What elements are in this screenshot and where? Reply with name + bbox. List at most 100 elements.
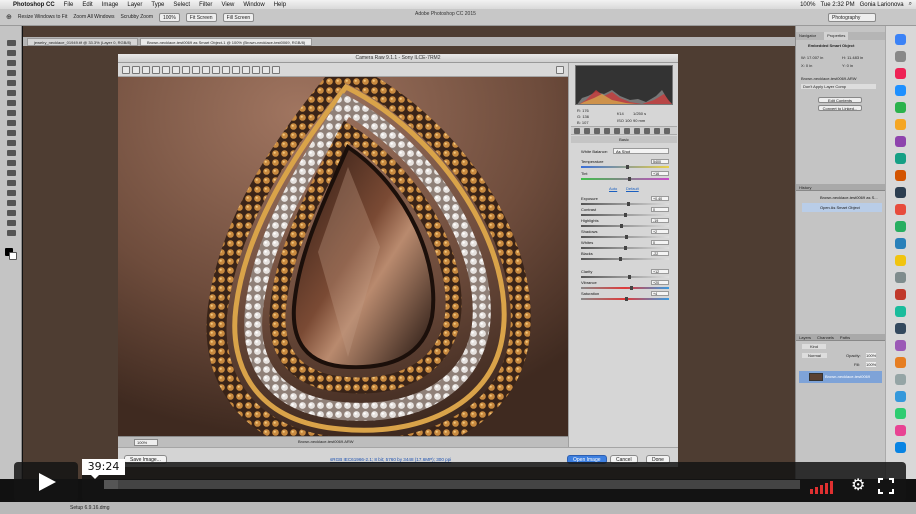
dodge-icon[interactable] (7, 170, 16, 176)
slider-value-highlights[interactable]: -19 (651, 218, 669, 223)
effects-icon[interactable] (634, 128, 640, 134)
convert-linked-button[interactable]: Convert to Linked... (818, 105, 862, 111)
itunes-icon[interactable] (895, 170, 906, 181)
tab-channels[interactable]: Channels (817, 334, 834, 340)
finder-icon[interactable] (895, 34, 906, 45)
notes-icon[interactable] (895, 119, 906, 130)
menu-file[interactable]: File (64, 2, 74, 8)
terminal-icon[interactable] (895, 187, 906, 198)
doc-tab-jewelry[interactable]: jewelry_necklace_01949.tif @ 33.3% (Laye… (27, 37, 138, 46)
fill-field[interactable]: 100% (866, 362, 877, 367)
slider-track-exposure[interactable] (581, 203, 669, 205)
progress-bar[interactable] (104, 480, 800, 489)
workspace-select[interactable]: Photography (828, 13, 876, 22)
fullscreen-icon[interactable] (878, 478, 894, 494)
zoom-tool-icon[interactable] (122, 66, 130, 74)
scrubby-zoom-checkbox[interactable]: Scrubby Zoom (120, 14, 153, 20)
slider-value-contrast[interactable]: 0 (651, 207, 669, 212)
color-sampler-icon[interactable] (152, 66, 160, 74)
straighten-icon[interactable] (182, 66, 190, 74)
slider-value-tint[interactable]: +16 (651, 171, 669, 176)
menu-layer[interactable]: Layer (127, 2, 142, 8)
keynote-icon[interactable] (895, 323, 906, 334)
slider-knob-highlights[interactable] (619, 224, 623, 228)
clone-stamp-icon[interactable] (7, 120, 16, 126)
trash-icon[interactable] (895, 442, 906, 453)
spot-removal-icon[interactable] (202, 66, 210, 74)
lens-corrections-icon[interactable] (624, 128, 630, 134)
lightroom-icon[interactable] (895, 357, 906, 368)
path-select-icon[interactable] (7, 200, 16, 206)
play-button[interactable] (14, 462, 78, 502)
settings-gear-icon[interactable]: ⚙ (851, 478, 867, 494)
numbers-icon[interactable] (895, 306, 906, 317)
tab-layers[interactable]: Layers (799, 334, 811, 340)
layer-comp-select[interactable]: Don't Apply Layer Comp (801, 84, 876, 89)
detail-icon[interactable] (594, 128, 600, 134)
eraser-icon[interactable] (7, 140, 16, 146)
menu-select[interactable]: Select (173, 2, 190, 8)
edit-contents-button[interactable]: Edit Contents (818, 97, 862, 103)
slider-track-tint[interactable] (581, 178, 669, 180)
acrobat-icon[interactable] (895, 289, 906, 300)
opacity-field[interactable]: 100% (866, 353, 877, 358)
tab-properties[interactable]: Properties (824, 32, 849, 40)
toggle-fullscreen-icon[interactable] (556, 66, 564, 74)
ibooks-icon[interactable] (895, 255, 906, 266)
slider-value-shadows[interactable]: +2 (651, 229, 669, 234)
auto-link[interactable]: Auto (609, 186, 617, 191)
presets-icon[interactable] (654, 128, 660, 134)
dropbox-icon[interactable] (895, 425, 906, 436)
fit-screen-button[interactable]: Fit Screen (185, 12, 217, 22)
adjustment-brush-icon[interactable] (222, 66, 230, 74)
slider-value-blacks[interactable]: -22 (651, 251, 669, 256)
history-header[interactable]: History (796, 184, 886, 191)
pen-tool-icon[interactable] (7, 180, 16, 186)
premiere-icon[interactable] (895, 340, 906, 351)
resize-windows-checkbox[interactable]: Resize Windows to Fit (18, 14, 67, 20)
mail-icon[interactable] (895, 85, 906, 96)
slider-knob-blacks[interactable] (618, 257, 622, 261)
rotate-right-icon[interactable] (272, 66, 280, 74)
gradient-icon[interactable] (7, 150, 16, 156)
slider-knob-temperature[interactable] (625, 165, 629, 169)
menu-filter[interactable]: Filter (199, 2, 212, 8)
menu-help[interactable]: Help (274, 2, 286, 8)
safari-icon[interactable] (895, 68, 906, 79)
slider-value-exposure[interactable]: +0.40 (651, 196, 669, 201)
layer-name[interactable]: Brown-necklace-test0069 (825, 374, 870, 379)
red-eye-icon[interactable] (212, 66, 220, 74)
preferences-icon[interactable] (895, 272, 906, 283)
slider-knob-clarity[interactable] (627, 275, 631, 279)
menu-image[interactable]: Image (102, 2, 119, 8)
healing-brush-icon[interactable] (7, 100, 16, 106)
marquee-tool-icon[interactable] (7, 50, 16, 56)
slider-knob-tint[interactable] (628, 177, 632, 181)
launchpad-icon[interactable] (895, 51, 906, 62)
rotate-left-icon[interactable] (262, 66, 270, 74)
zoom-100-button[interactable]: 100% (158, 12, 180, 22)
slider-track-blacks[interactable] (581, 258, 669, 260)
tab-navigator[interactable]: Navigator (799, 32, 816, 40)
messages-icon[interactable] (895, 102, 906, 113)
zoom-select[interactable]: 100% (134, 439, 158, 446)
maps-icon[interactable] (895, 153, 906, 164)
tab-paths[interactable]: Paths (840, 334, 850, 340)
slider-value-vibrance[interactable]: +20 (651, 280, 669, 285)
layer-kind-filter[interactable]: Kind (802, 344, 827, 349)
move-tool-icon[interactable] (7, 40, 16, 46)
photoshop-icon[interactable] (895, 391, 906, 402)
slider-knob-vibrance[interactable] (630, 286, 634, 290)
slider-track-highlights[interactable] (581, 225, 669, 227)
slider-value-clarity[interactable]: +12 (651, 269, 669, 274)
slider-track-vibrance[interactable] (581, 287, 669, 289)
history-item[interactable]: Open As Smart Object (802, 203, 882, 212)
menubar-clock[interactable]: Tue 2:32 PM (820, 2, 854, 8)
y-field[interactable]: Y: 0 in (842, 63, 853, 68)
slider-value-saturation[interactable]: +4 (651, 291, 669, 296)
split-toning-icon[interactable] (614, 128, 620, 134)
layer-row[interactable]: Brown-necklace-test0069 (799, 371, 882, 383)
fill-screen-button[interactable]: Fill Screen (222, 12, 255, 22)
photos-icon[interactable] (895, 136, 906, 147)
battery-level[interactable]: 100% (800, 2, 815, 8)
